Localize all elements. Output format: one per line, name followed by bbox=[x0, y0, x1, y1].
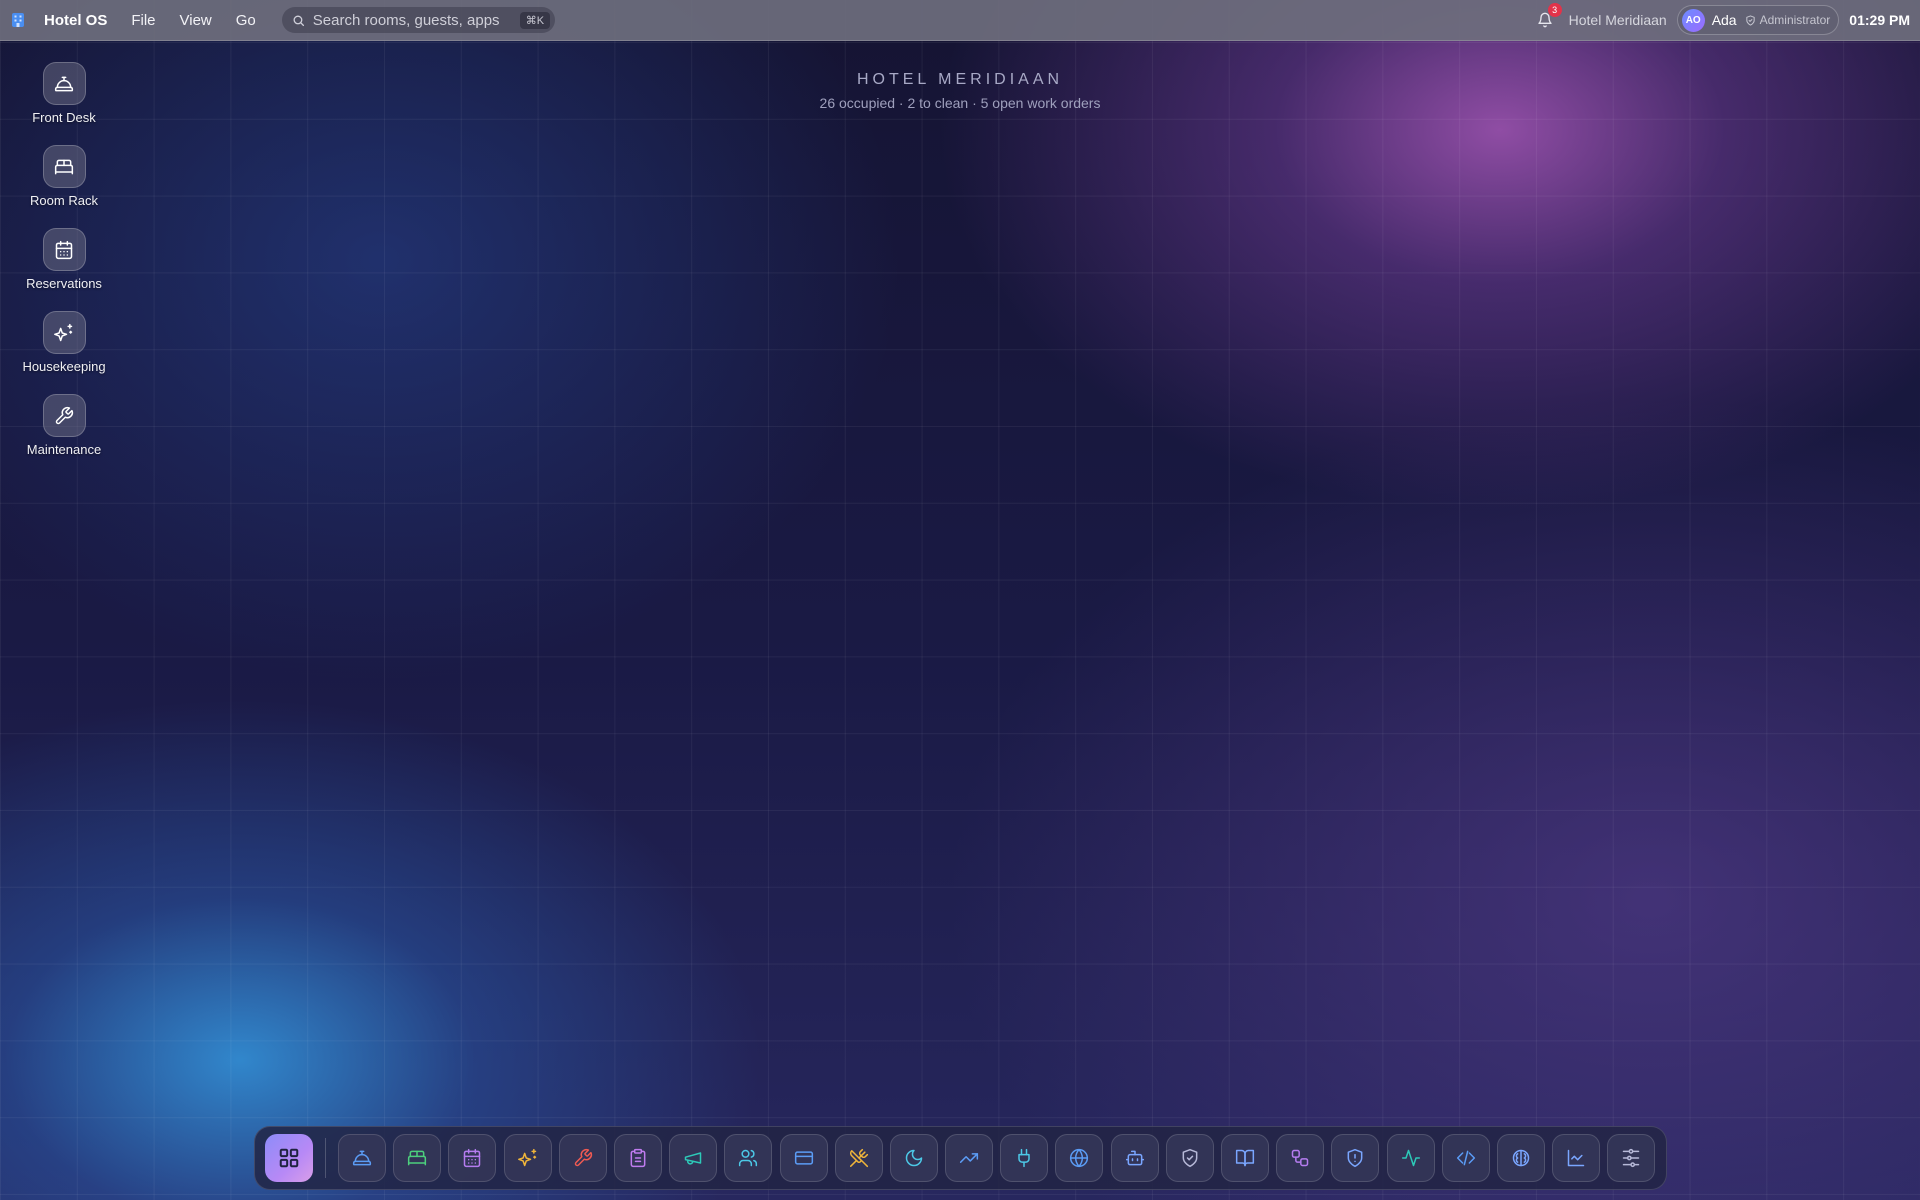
bed-icon bbox=[407, 1148, 427, 1168]
dock-app-brain[interactable] bbox=[1496, 1134, 1545, 1182]
property-status-summary: 26 occupied · 2 to clean · 5 open work o… bbox=[819, 95, 1101, 111]
dock-apps bbox=[338, 1134, 1656, 1182]
desktop-icon-room-rack[interactable]: Room Rack bbox=[0, 145, 128, 228]
dock-app-workflow[interactable] bbox=[1276, 1134, 1325, 1182]
bed-icon bbox=[42, 145, 86, 188]
dock-app-activity[interactable] bbox=[1386, 1134, 1435, 1182]
app-name[interactable]: Hotel OS bbox=[44, 12, 107, 29]
wrench-icon bbox=[573, 1148, 593, 1168]
desktop-icon-label: Housekeeping bbox=[22, 359, 106, 374]
calendar-icon bbox=[462, 1148, 482, 1168]
menu-file[interactable]: File bbox=[131, 12, 155, 29]
dock-app-calendar[interactable] bbox=[448, 1134, 497, 1182]
shield-check-icon bbox=[1180, 1148, 1200, 1168]
moon-icon bbox=[904, 1148, 924, 1168]
dock-app-sparkles[interactable] bbox=[503, 1134, 552, 1182]
dock-app-megaphone[interactable] bbox=[669, 1134, 718, 1182]
property-name[interactable]: Hotel Meridiaan bbox=[1569, 12, 1667, 28]
globe-icon bbox=[1069, 1148, 1089, 1168]
desktop-icon-reservations[interactable]: Reservations bbox=[0, 228, 128, 311]
dock-app-globe[interactable] bbox=[1055, 1134, 1104, 1182]
search-shortcut-hint: ⌘K bbox=[519, 11, 551, 29]
shield-icon bbox=[1745, 14, 1756, 26]
property-title: HOTEL MERIDIAAN bbox=[856, 71, 1064, 88]
activity-icon bbox=[1401, 1148, 1421, 1168]
dock-app-concierge-bell[interactable] bbox=[338, 1134, 386, 1182]
bot-icon bbox=[1125, 1148, 1145, 1168]
dock-app-shield-check[interactable] bbox=[1165, 1134, 1214, 1182]
sparkles-icon bbox=[517, 1148, 538, 1168]
dock-app-shield-alert[interactable] bbox=[1331, 1134, 1380, 1182]
user-menu[interactable]: AO Ada Administrator bbox=[1676, 5, 1840, 35]
book-open-icon bbox=[1235, 1148, 1255, 1168]
wallpaper-grid bbox=[0, 0, 1920, 1200]
dock-app-bot[interactable] bbox=[1110, 1134, 1159, 1182]
grid-icon bbox=[278, 1147, 300, 1169]
notification-count-badge: 3 bbox=[1547, 3, 1562, 17]
user-name: Ada bbox=[1711, 12, 1737, 28]
notifications-button[interactable]: 3 bbox=[1535, 3, 1562, 30]
search-icon bbox=[292, 14, 305, 27]
dock-app-book-open[interactable] bbox=[1221, 1134, 1269, 1182]
menu-view[interactable]: View bbox=[180, 12, 212, 29]
user-role-label: Administrator bbox=[1759, 13, 1831, 27]
dock-app-code[interactable] bbox=[1441, 1134, 1490, 1182]
plug-icon bbox=[1014, 1148, 1034, 1168]
concierge-bell-icon bbox=[352, 1148, 372, 1168]
dock-app-line-chart[interactable] bbox=[1552, 1134, 1601, 1182]
desktop-icons: Front Desk Room Rack Reservations Housek… bbox=[0, 62, 128, 477]
search-bar[interactable]: ⌘K bbox=[281, 7, 555, 33]
dock-divider bbox=[325, 1138, 326, 1178]
dock-app-bed[interactable] bbox=[393, 1134, 442, 1182]
dock-app-credit-card[interactable] bbox=[779, 1134, 828, 1182]
dock bbox=[254, 1126, 1667, 1190]
dock-app-clipboard[interactable] bbox=[613, 1134, 662, 1182]
search-input[interactable] bbox=[312, 11, 512, 29]
desktop-icon-maintenance[interactable]: Maintenance bbox=[0, 394, 128, 477]
menu-go[interactable]: Go bbox=[236, 12, 256, 29]
desktop-icon-front-desk[interactable]: Front Desk bbox=[0, 62, 128, 145]
dock-app-utensils[interactable] bbox=[834, 1134, 883, 1182]
desktop-icon-label: Room Rack bbox=[30, 193, 98, 208]
workflow-icon bbox=[1290, 1148, 1310, 1168]
sparkles-icon bbox=[42, 311, 86, 354]
desktop-icon-label: Reservations bbox=[26, 276, 102, 291]
clipboard-icon bbox=[628, 1148, 648, 1168]
dock-app-users[interactable] bbox=[724, 1134, 773, 1182]
utensils-icon bbox=[849, 1148, 869, 1168]
dock-app-sliders[interactable] bbox=[1607, 1134, 1656, 1182]
shield-alert-icon bbox=[1345, 1148, 1365, 1168]
dock-app-wrench[interactable] bbox=[558, 1134, 607, 1182]
status-area: 3 Hotel Meridiaan AO Ada Administrator 0… bbox=[1535, 3, 1910, 35]
clock[interactable]: 01:29 PM bbox=[1849, 12, 1910, 28]
trending-up-icon bbox=[959, 1148, 979, 1168]
concierge-bell-icon bbox=[42, 62, 86, 105]
calendar-icon bbox=[42, 228, 86, 271]
credit-card-icon bbox=[794, 1148, 814, 1168]
dock-app-moon[interactable] bbox=[889, 1134, 938, 1182]
desktop-icon-label: Front Desk bbox=[32, 110, 96, 125]
desktop-icon-housekeeping[interactable]: Housekeeping bbox=[0, 311, 128, 394]
line-chart-icon bbox=[1566, 1148, 1586, 1168]
code-icon bbox=[1456, 1148, 1476, 1168]
menu-bar: Hotel OS File View Go ⌘K 3 Hotel Meridia… bbox=[0, 0, 1920, 41]
user-role: Administrator bbox=[1745, 13, 1831, 27]
dock-app-trending-up[interactable] bbox=[945, 1134, 994, 1182]
megaphone-icon bbox=[683, 1148, 703, 1168]
dock-app-plug[interactable] bbox=[1000, 1134, 1049, 1182]
hotel-os-logo-icon[interactable] bbox=[10, 11, 26, 29]
brain-icon bbox=[1511, 1148, 1531, 1168]
desktop-icon-label: Maintenance bbox=[26, 442, 102, 457]
sliders-icon bbox=[1621, 1148, 1641, 1168]
wrench-icon bbox=[42, 394, 86, 437]
users-icon bbox=[738, 1148, 758, 1168]
avatar: AO bbox=[1681, 8, 1705, 32]
app-launcher-button[interactable] bbox=[265, 1134, 313, 1182]
